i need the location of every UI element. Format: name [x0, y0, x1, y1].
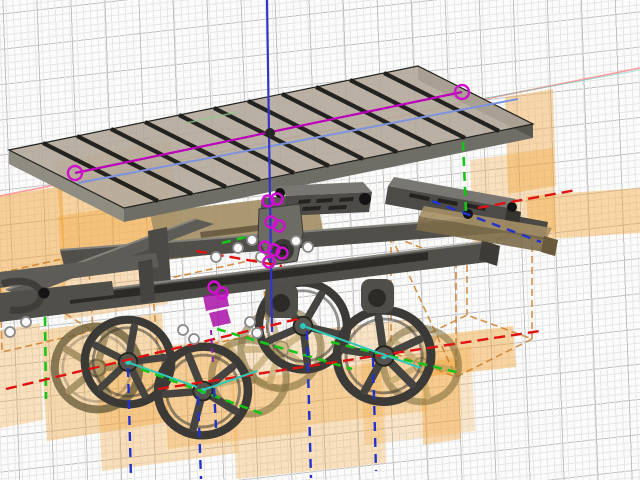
joint-origin-marker[interactable] — [188, 333, 200, 345]
joint-origin-marker[interactable] — [20, 316, 32, 328]
scene-svg[interactable] — [0, 0, 640, 480]
joint-origin-marker[interactable] — [4, 326, 16, 338]
joint-origin-marker[interactable] — [244, 316, 256, 328]
joint-origin-marker[interactable] — [290, 235, 302, 247]
origin-point[interactable] — [265, 128, 275, 138]
joint-origin-marker[interactable] — [210, 251, 222, 263]
cad-viewport[interactable] — [0, 0, 640, 480]
joint-origin-marker[interactable] — [246, 234, 258, 246]
ball-joint[interactable] — [359, 193, 371, 205]
selected-component[interactable] — [209, 309, 231, 327]
ball-joint[interactable] — [38, 287, 50, 299]
joint-origin-marker[interactable] — [251, 327, 263, 339]
joint-origin-marker[interactable] — [232, 242, 244, 254]
joint-origin-marker[interactable] — [177, 324, 189, 336]
ball-joint[interactable] — [507, 202, 517, 212]
tongue-post[interactable] — [138, 259, 155, 303]
joint-origin-marker[interactable] — [302, 241, 314, 253]
highlight-box[interactable] — [0, 323, 43, 428]
wood-beam-end[interactable] — [541, 236, 558, 256]
wheel-hanger[interactable] — [361, 279, 394, 313]
wheel-hanger[interactable] — [265, 284, 298, 318]
